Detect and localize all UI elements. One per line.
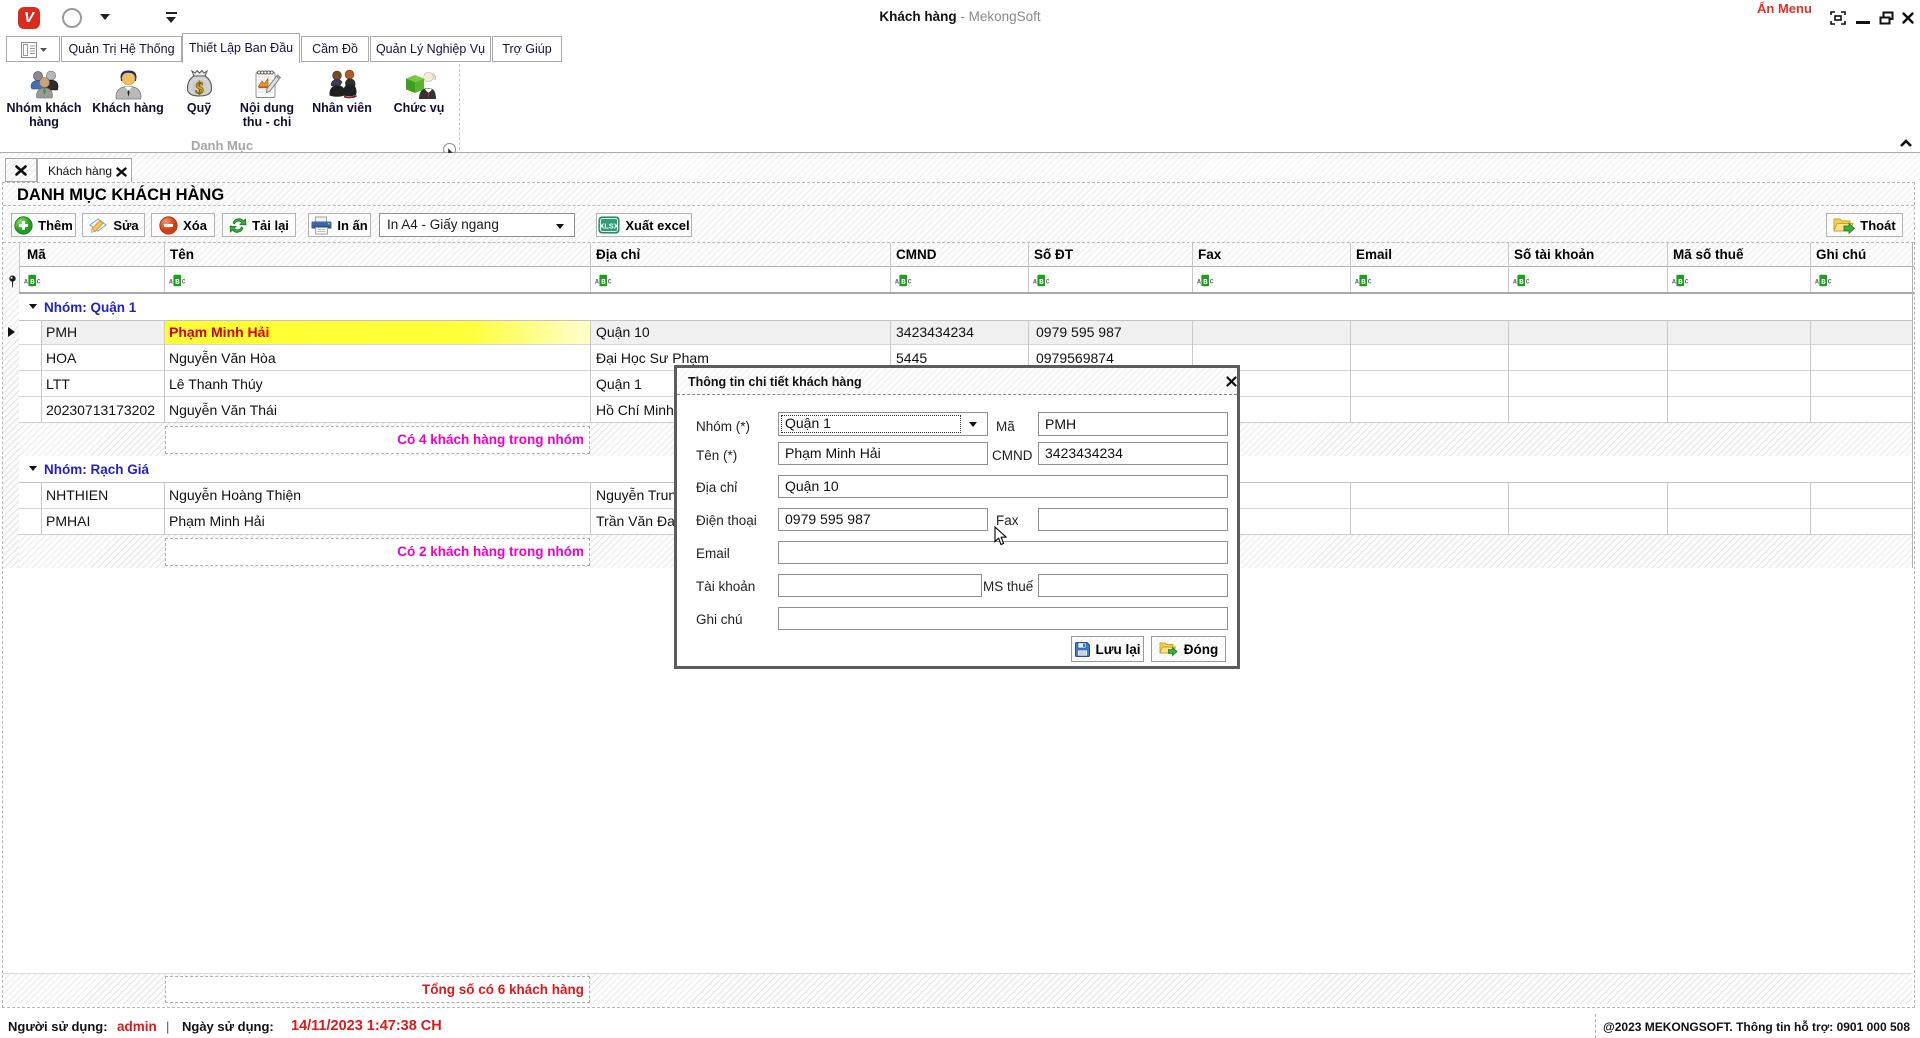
svg-text:A: A: [1815, 279, 1819, 286]
svg-text:A: A: [1033, 279, 1037, 286]
svg-text:B: B: [175, 279, 180, 287]
svg-text:A: A: [24, 279, 28, 286]
svg-text:XLSX: XLSX: [600, 222, 620, 231]
svg-text:B: B: [1361, 279, 1366, 287]
svg-text:B: B: [30, 279, 35, 287]
svg-text:A: A: [895, 279, 899, 286]
svg-text:A: A: [1672, 279, 1676, 286]
svg-text:B: B: [1519, 279, 1524, 287]
svg-text:C: C: [1210, 279, 1214, 286]
svg-text:C: C: [1046, 279, 1050, 286]
svg-text:C: C: [1828, 279, 1832, 286]
svg-text:A: A: [1197, 279, 1201, 286]
svg-text:C: C: [908, 279, 912, 286]
svg-text:B: B: [1678, 279, 1683, 287]
svg-text:A: A: [1513, 279, 1517, 286]
svg-text:C: C: [608, 279, 612, 286]
svg-text:B: B: [901, 279, 906, 287]
svg-text:A: A: [595, 279, 599, 286]
svg-text:A: A: [1355, 279, 1359, 286]
svg-text:A: A: [169, 279, 173, 286]
svg-text:$: $: [195, 79, 204, 98]
svg-text:C: C: [1685, 279, 1689, 286]
svg-text:C: C: [37, 279, 41, 286]
svg-text:C: C: [1368, 279, 1372, 286]
svg-text:B: B: [601, 279, 606, 287]
svg-text:B: B: [1821, 279, 1826, 287]
svg-text:B: B: [1039, 279, 1044, 287]
svg-text:B: B: [1203, 279, 1208, 287]
svg-text:C: C: [1526, 279, 1530, 286]
svg-text:C: C: [182, 279, 186, 286]
